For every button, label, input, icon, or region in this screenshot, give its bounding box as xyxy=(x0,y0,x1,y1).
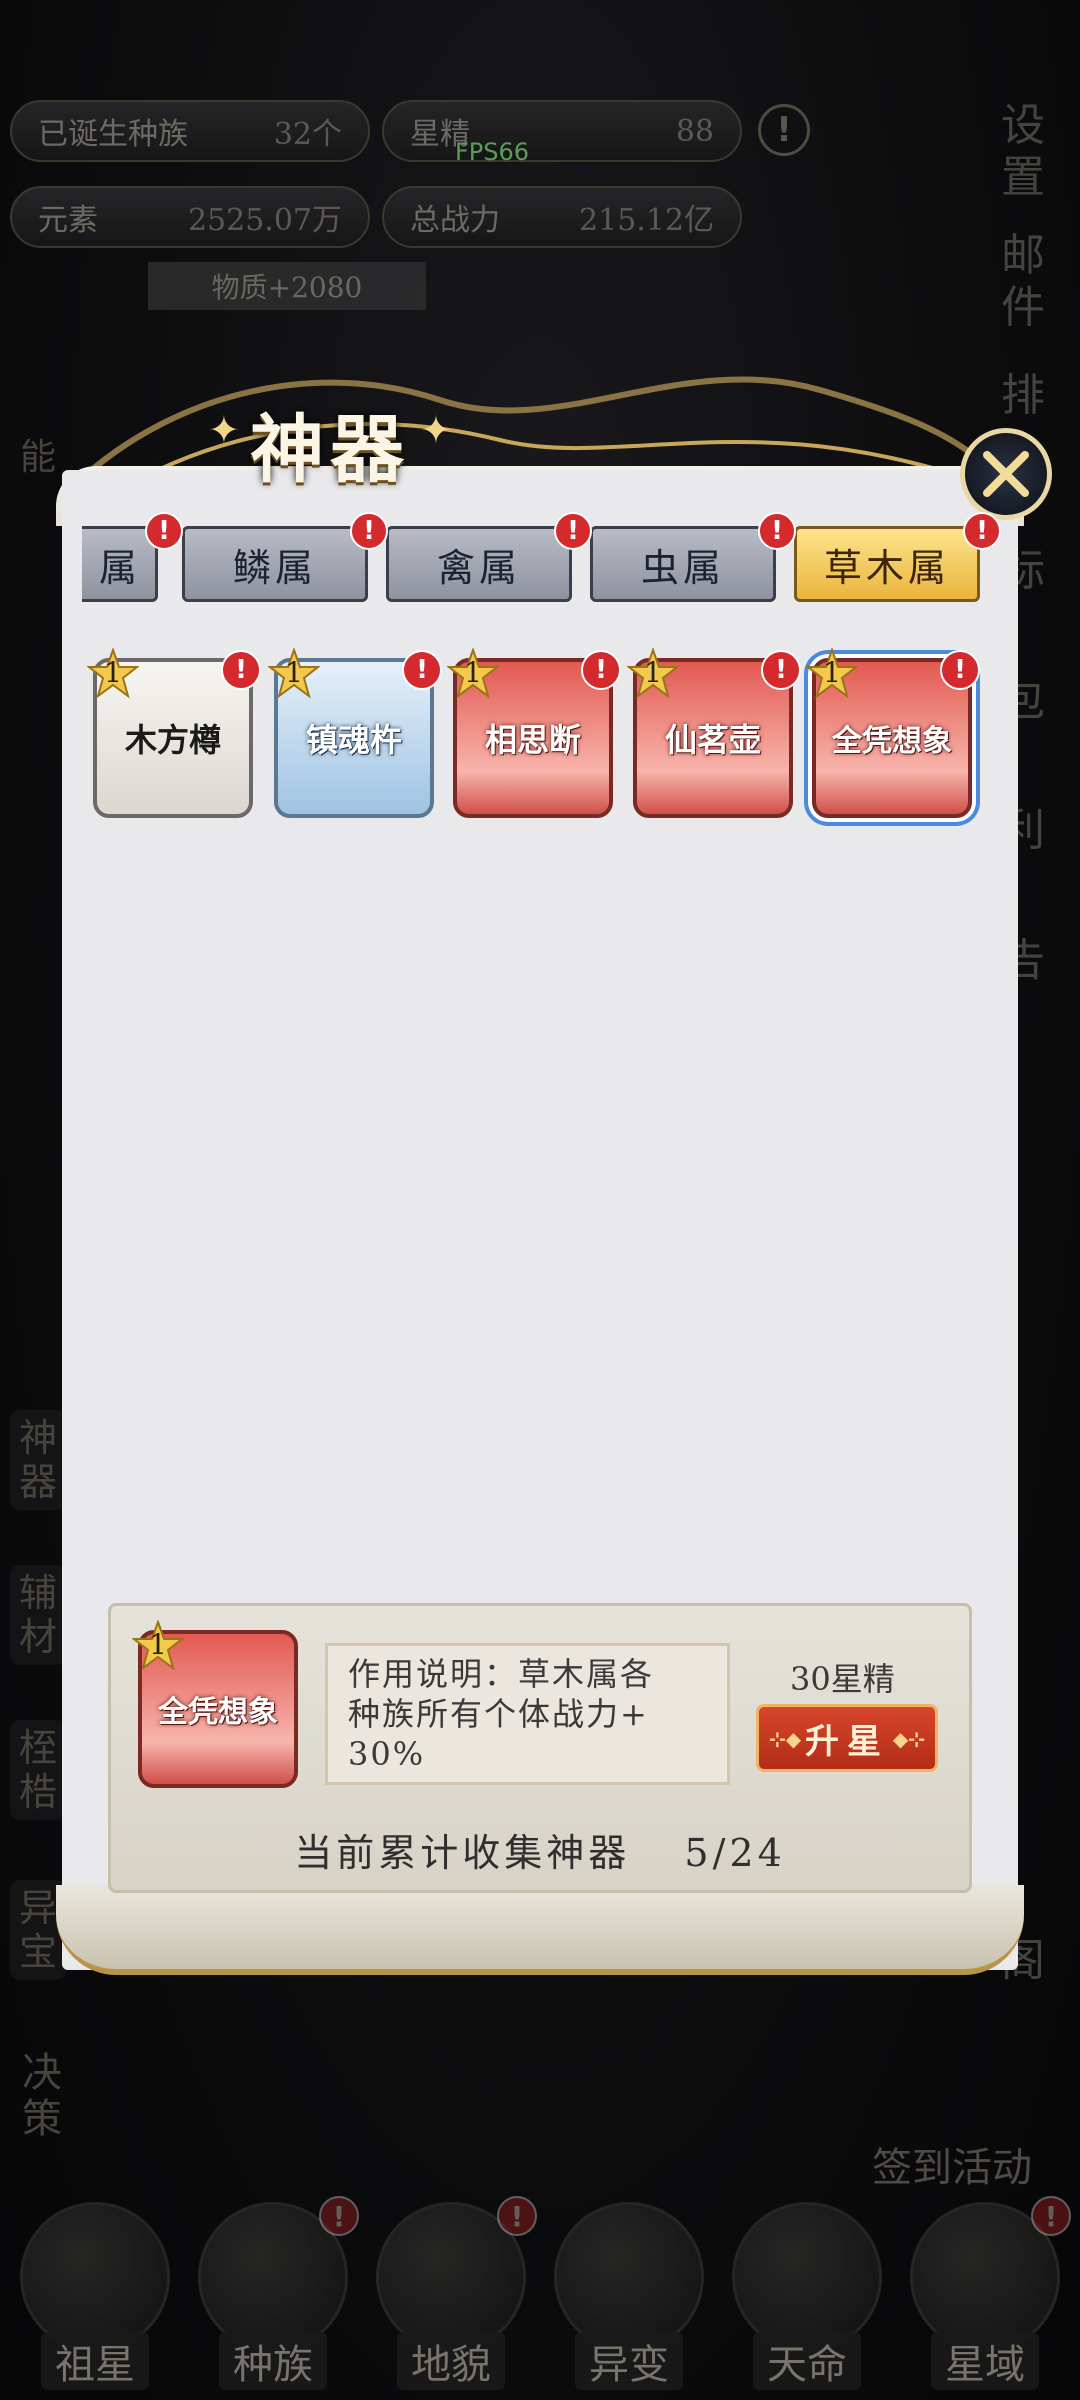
artifact-name: 全凭想象 xyxy=(158,1695,278,1730)
alert-icon: ! xyxy=(581,650,621,690)
detail-artifact-card: 1 全凭想象 xyxy=(131,1618,298,1788)
star-level-badge: 1 xyxy=(626,646,680,700)
artifact-card[interactable]: 1 仙茗壶 ! xyxy=(626,646,801,818)
effect-description: 作用说明：草木属各 种族所有个体战力+ 30% xyxy=(325,1643,730,1785)
star-level-badge: 1 xyxy=(131,1618,185,1672)
tab-bird[interactable]: 禽属 xyxy=(386,526,572,602)
tab-label: 草木属 xyxy=(823,545,950,590)
tab-label: 鳞属 xyxy=(232,545,317,590)
upgrade-label: 升星 xyxy=(805,1721,889,1762)
ornament-icon: ⊹◆ xyxy=(769,1727,802,1751)
ornament-icon: ◆⊹ xyxy=(892,1727,925,1751)
artifact-card[interactable]: 1 镇魂杵 ! xyxy=(267,646,442,818)
close-icon xyxy=(983,451,1029,497)
collection-progress: 当前累计收集神器 5/24 xyxy=(0,1822,1080,1877)
tab-scale[interactable]: 鳞属 xyxy=(182,526,368,602)
tab-label: 虫属 xyxy=(640,545,725,590)
sparkle-icon: ✦ xyxy=(208,408,240,452)
tab-insect[interactable]: 虫属 xyxy=(590,526,776,602)
alert-icon: ! xyxy=(940,650,980,690)
category-tabs: 属 鳞属 禽属 虫属 草木属 xyxy=(82,526,982,604)
upgrade-cost: 30星精 xyxy=(790,1660,895,1698)
artifact-name: 仙茗壶 xyxy=(664,721,761,759)
alert-icon: ! xyxy=(402,650,442,690)
desc-line: 作用说明：草木属各 xyxy=(348,1655,655,1693)
star-level: 1 xyxy=(285,656,303,689)
nav-label: 祖星 xyxy=(41,2332,149,2390)
artifact-name: 木方樽 xyxy=(124,721,221,759)
star-level: 1 xyxy=(104,656,122,689)
star-level: 1 xyxy=(823,656,841,689)
star-level: 1 xyxy=(149,1628,167,1661)
scroll-bottom-edge xyxy=(56,1885,1024,1975)
star-level: 1 xyxy=(464,656,482,689)
desc-line: 种族所有个体战力+ xyxy=(348,1695,649,1733)
star-level-badge: 1 xyxy=(446,646,500,700)
alert-icon: ! xyxy=(350,512,388,550)
artifact-card-selected[interactable]: 1 全凭想象 ! xyxy=(805,646,980,818)
desc-line: 30% xyxy=(348,1735,426,1773)
collection-label: 当前累计收集神器 xyxy=(294,1831,631,1875)
star-level-badge: 1 xyxy=(267,646,321,700)
artifact-card[interactable]: 1 木方樽 ! xyxy=(86,646,261,818)
collection-count: 5/24 xyxy=(684,1831,786,1875)
alert-icon: ! xyxy=(145,512,183,550)
artifact-name: 相思断 xyxy=(484,721,581,759)
nav-label: 种族 xyxy=(219,2332,327,2390)
star-level-badge: 1 xyxy=(805,646,859,700)
alert-icon: ! xyxy=(963,512,1001,550)
sparkle-icon: ✦ xyxy=(420,408,452,452)
alert-icon: ! xyxy=(758,512,796,550)
alert-icon: ! xyxy=(761,650,801,690)
close-button[interactable] xyxy=(960,428,1052,520)
modal-title: 神器 xyxy=(250,407,410,493)
tab-label: 属 xyxy=(98,545,141,590)
nav-label: 天命 xyxy=(753,2332,861,2390)
tab-label: 禽属 xyxy=(436,545,521,590)
star-level: 1 xyxy=(644,656,662,689)
nav-label: 地貌 xyxy=(397,2332,505,2390)
nav-label: 异变 xyxy=(575,2332,683,2390)
tab-plant[interactable]: 草木属 xyxy=(794,526,980,602)
alert-icon: ! xyxy=(554,512,592,550)
upgrade-star-button[interactable]: ⊹◆ 升星 ◆⊹ xyxy=(756,1704,938,1772)
artifact-name: 镇魂杵 xyxy=(305,721,402,759)
artifact-name: 全凭想象 xyxy=(832,724,952,759)
nav-label: 星域 xyxy=(931,2332,1039,2390)
alert-icon: ! xyxy=(221,650,261,690)
artifact-card[interactable]: 1 相思断 ! xyxy=(446,646,621,818)
star-level-badge: 1 xyxy=(86,646,140,700)
